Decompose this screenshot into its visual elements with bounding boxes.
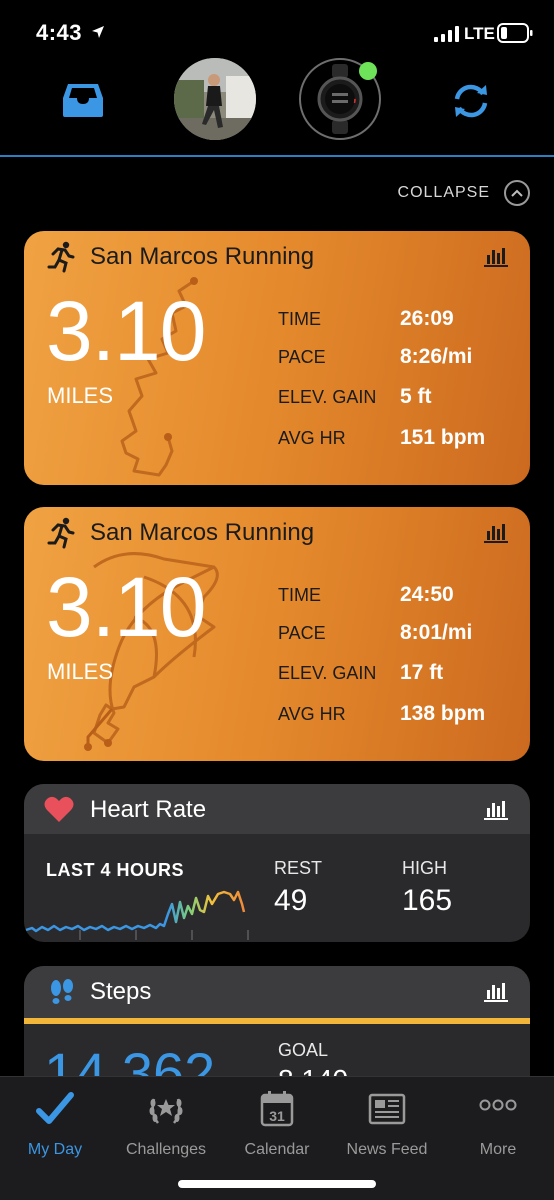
tab-my-day[interactable]: My Day [0,1089,110,1159]
status-time: 4:43 [36,20,83,45]
calendar-icon: 31 [260,1091,294,1127]
tab-label: Calendar [244,1141,310,1158]
avg-hr-value: 138 bpm [400,702,486,725]
rest-value: 49 [274,884,308,917]
heart-rate-range: LAST 4 HOURS [46,860,185,880]
bar-chart-icon[interactable] [484,798,508,820]
elevation-value: 17 ft [400,661,444,684]
elevation-label: ELEV. GAIN [278,663,377,683]
chevron-up-icon [504,180,530,206]
bar-chart-icon[interactable] [484,521,508,543]
pace-value: 8:26/mi [400,345,473,368]
bar-chart-icon[interactable] [484,980,508,1002]
tab-label: Challenges [125,1141,207,1158]
device-connected-indicator [359,62,377,80]
calendar-day: 31 [269,1108,285,1124]
steps-progress-bar [24,1018,530,1024]
more-icon [479,1099,517,1111]
distance-unit: MILES [47,659,114,684]
tab-label: News Feed [346,1141,428,1158]
collapse-label: COLLAPSE [397,184,490,201]
tab-calendar[interactable]: 31 Calendar [222,1089,332,1159]
tab-label: My Day [27,1141,83,1158]
distance-value: 3.10 [46,560,206,654]
distance-value: 3.10 [46,284,206,378]
heart-rate-sparkline [25,890,249,940]
home-indicator [178,1180,376,1188]
location-arrow-icon [92,26,104,38]
time-label: TIME [278,585,321,605]
bar-chart-icon[interactable] [484,245,508,267]
footprints-icon [51,979,73,1004]
pace-value: 8:01/mi [400,621,473,644]
time-label: TIME [278,309,321,329]
high-value: 165 [402,884,453,917]
tab-more[interactable]: More [443,1089,553,1159]
goal-label: GOAL [278,1040,329,1060]
running-icon [47,517,75,549]
avg-hr-label: AVG HR [278,704,346,724]
steps-title: Steps [90,978,152,1005]
activity-card[interactable]: San Marcos Running 3.10 MILES TIME 26:09… [24,231,530,485]
top-nav [0,58,554,156]
distance-unit: MILES [47,383,114,408]
network-type: LTE [464,24,495,43]
inbox-icon[interactable] [62,82,104,118]
heart-icon [44,796,74,822]
check-icon [36,1092,74,1124]
tab-news-feed[interactable]: News Feed [332,1089,442,1159]
avg-hr-label: AVG HR [278,428,346,448]
elevation-value: 5 ft [400,385,432,408]
time-value: 24:50 [400,583,454,606]
rest-label: REST [274,858,323,878]
nav-divider [0,155,554,157]
heart-rate-title: Heart Rate [90,796,207,823]
pace-label: PACE [278,347,326,367]
newspaper-icon [368,1093,406,1125]
pace-label: PACE [278,623,326,643]
avatar[interactable] [174,58,256,140]
laurel-icon [149,1098,183,1124]
time-value: 26:09 [400,307,454,330]
high-label: HIGH [402,858,447,878]
avatar-photo [174,58,256,140]
activity-title: San Marcos Running [90,519,315,546]
sync-icon[interactable] [450,82,492,120]
status-bar: 4:43 LTE [0,0,554,68]
cellular-signal-icon [434,26,459,42]
activity-card[interactable]: San Marcos Running 3.10 MILES TIME 24:50… [24,507,530,761]
activity-title: San Marcos Running [90,243,315,270]
heart-rate-header: Heart Rate [24,784,530,834]
tab-challenges[interactable]: Challenges [111,1089,221,1159]
tab-label: More [479,1141,517,1158]
steps-header: Steps [24,966,530,1018]
battery-icon [497,23,533,43]
heart-rate-card[interactable]: Heart Rate LAST 4 HOURS REST 49 HIGH 165 [24,784,530,942]
collapse-button[interactable]: COLLAPSE [398,180,530,206]
avg-hr-value: 151 bpm [400,426,486,449]
running-icon [47,241,75,273]
elevation-label: ELEV. GAIN [278,387,377,407]
